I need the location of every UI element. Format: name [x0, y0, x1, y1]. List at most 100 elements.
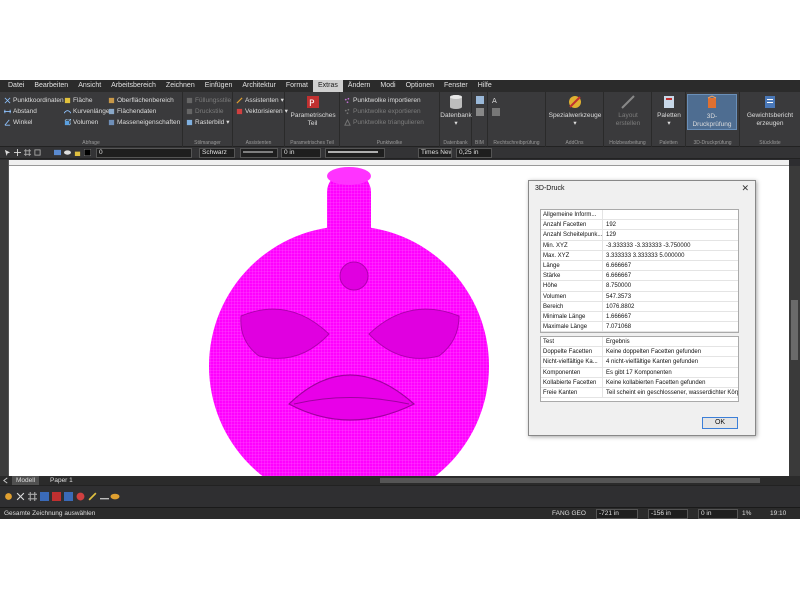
- list-item[interactable]: Komponenten Es gibt 17 Komponenten: [541, 367, 738, 378]
- z-coordinate[interactable]: 0 in: [698, 509, 738, 519]
- list-item[interactable]: Anzahl Facetten 192: [541, 220, 738, 231]
- menu-extras[interactable]: Extras: [313, 80, 343, 92]
- vertical-scrollbar-thumb[interactable]: [791, 300, 798, 360]
- cursor-icon[interactable]: [4, 149, 11, 156]
- test-results-list[interactable]: Test Ergebnis Doppelte Facetten Keine dopp…: [540, 336, 739, 402]
- ribbon-group-abfrage: Punktkoordinaten Abstand Winkel Fläche K…: [0, 92, 183, 147]
- bim-icon[interactable]: [476, 96, 484, 104]
- fuellungsstile-button[interactable]: Füllungsstile: [186, 95, 231, 105]
- lamp-icon[interactable]: [110, 492, 120, 501]
- font-select[interactable]: Times New: [418, 148, 452, 158]
- layer-color-icon[interactable]: [84, 149, 91, 156]
- rasterbild-button[interactable]: Rasterbild ▾: [186, 117, 230, 127]
- tab-scroll-left-icon[interactable]: [2, 477, 9, 484]
- spellcheck-icon[interactable]: A: [492, 96, 500, 104]
- punktwolke-triangulieren-button[interactable]: Punktwolke triangulieren: [344, 117, 424, 127]
- pen-icon[interactable]: [88, 492, 97, 501]
- parametrisches-teil-button[interactable]: P Parametrisches Teil: [287, 94, 338, 128]
- gewichtsbericht-button[interactable]: Gewichtsbericht erzeugen: [742, 94, 798, 128]
- menu-architektur[interactable]: Architektur: [237, 80, 280, 92]
- menu-bearbeiten[interactable]: Bearbeiten: [29, 80, 73, 92]
- punktwolke-importieren-button[interactable]: Punktwolke importieren: [344, 95, 421, 105]
- winkel-button[interactable]: Winkel: [4, 117, 33, 127]
- grid-icon[interactable]: [28, 492, 37, 501]
- spezialwerkzeuge-button[interactable]: Spezialwerkzeuge ▾: [548, 94, 602, 128]
- font-size-select[interactable]: 0,25 in: [456, 148, 492, 158]
- menu-arbeitsbereich[interactable]: Arbeitsbereich: [106, 80, 161, 92]
- assistenten-button[interactable]: Assistenten ▾: [236, 95, 284, 105]
- close-icon[interactable]: [16, 492, 25, 501]
- lineweight-preview[interactable]: [325, 148, 385, 158]
- menu-optionen[interactable]: Optionen: [401, 80, 439, 92]
- grid-icon[interactable]: [24, 149, 31, 156]
- list-item[interactable]: Nicht-vielfältige Ka... 4 nicht-vielfälti…: [541, 357, 738, 368]
- list-item[interactable]: Länge 6.666667: [541, 260, 738, 272]
- database-icon: [450, 95, 462, 109]
- list-item[interactable]: Min. XYZ -3.333333 -3.333333 -3.750000: [541, 240, 738, 251]
- list-item[interactable]: Max. XYZ 3.333333 3.333333 5.000000: [541, 250, 738, 261]
- tool-icon[interactable]: [4, 492, 13, 501]
- menu-ansicht[interactable]: Ansicht: [73, 80, 106, 92]
- color-select[interactable]: Schwarz: [199, 148, 235, 158]
- render-icon[interactable]: [52, 492, 61, 501]
- tab-paper-1[interactable]: Paper 1: [46, 476, 77, 485]
- view-icon[interactable]: [40, 492, 49, 501]
- list-item[interactable]: Stärke 6.666667: [541, 271, 738, 282]
- snap-modes[interactable]: FANG GEO: [552, 510, 586, 517]
- list-item[interactable]: Minimale Länge 1.666667: [541, 311, 738, 323]
- kurvenlaenge-button[interactable]: Kurvenlänge: [64, 106, 110, 116]
- list-item[interactable]: Freie Kanten Teil scheint ein geschlossen…: [541, 387, 738, 399]
- close-icon[interactable]: ✕: [741, 183, 749, 194]
- punktwolke-exportieren-button[interactable]: Punktwolke exportieren: [344, 106, 421, 116]
- list-item[interactable]: Bereich 1076.8802: [541, 301, 738, 312]
- lock-icon[interactable]: [74, 149, 81, 156]
- list-item[interactable]: Allgemeine Inform...: [541, 210, 738, 221]
- list-item[interactable]: Höhe 8.750000: [541, 281, 738, 292]
- layout-erstellen-button[interactable]: Layout erstellen: [606, 94, 650, 128]
- lineweight-input[interactable]: 0 in: [281, 148, 321, 158]
- 3d-druckpruefung-button[interactable]: 3D-Druckprüfung: [687, 94, 737, 130]
- menu-fenster[interactable]: Fenster: [439, 80, 473, 92]
- spellcheck-settings-icon[interactable]: [492, 108, 500, 116]
- masseneigenschaften-button[interactable]: Masseneigenschaften: [108, 117, 180, 127]
- layer-icon[interactable]: [54, 149, 61, 156]
- visibility-icon[interactable]: [64, 149, 71, 156]
- flaechendaten-button[interactable]: Flächendaten: [108, 106, 156, 116]
- menu-einfuegen[interactable]: Einfügen: [200, 80, 238, 92]
- flaeche-button[interactable]: Fläche: [64, 95, 93, 105]
- paletten-button[interactable]: Paletten ▾: [653, 94, 685, 128]
- volumen-button[interactable]: Volumen: [64, 117, 98, 127]
- material-icon[interactable]: [76, 492, 85, 501]
- y-coordinate[interactable]: -156 in: [648, 509, 688, 519]
- vektorisieren-button[interactable]: Vektorisieren ▾: [236, 106, 288, 116]
- linetype-select[interactable]: [240, 148, 278, 158]
- menu-format[interactable]: Format: [281, 80, 313, 92]
- tab-modell[interactable]: Modell: [12, 476, 40, 485]
- layer-select[interactable]: 0: [96, 148, 192, 158]
- snap-icon[interactable]: [14, 149, 21, 156]
- list-item[interactable]: Kollabierte Facetten Keine kollabierten F…: [541, 377, 738, 388]
- shading-icon[interactable]: [64, 492, 73, 501]
- punktkoordinaten-button[interactable]: Punktkoordinaten: [4, 95, 64, 105]
- menu-datei[interactable]: Datei: [3, 80, 29, 92]
- menu-modi[interactable]: Modi: [375, 80, 400, 92]
- menu-hilfe[interactable]: Hilfe: [473, 80, 497, 92]
- list-item[interactable]: Anzahl Scheitelpunk... 129: [541, 230, 738, 241]
- list-item[interactable]: Doppelte Facetten Keine doppelten Facette…: [541, 347, 738, 358]
- oberflaechenbereich-button[interactable]: Oberflächenbereich: [108, 95, 174, 105]
- list-item[interactable]: Maximale Länge 7.071068: [541, 322, 738, 332]
- datenbank-button[interactable]: Datenbank ▾: [440, 94, 472, 128]
- list-item[interactable]: Volumen 547.3573: [541, 291, 738, 302]
- measure-icon[interactable]: [100, 492, 109, 501]
- druckstile-button[interactable]: Druckstile: [186, 106, 224, 116]
- ribbon-group-3d-druckpruefung: 3D-Druckprüfung 3D-Druckprüfung: [686, 92, 740, 147]
- ok-button[interactable]: OK: [702, 417, 738, 429]
- horizontal-scrollbar[interactable]: [380, 478, 760, 483]
- menu-zeichnen[interactable]: Zeichnen: [161, 80, 200, 92]
- x-coordinate[interactable]: -721 in: [596, 509, 638, 519]
- bim-properties-icon[interactable]: [476, 108, 484, 116]
- menu-aendern[interactable]: Ändern: [343, 80, 376, 92]
- ortho-icon[interactable]: [34, 149, 41, 156]
- abstand-button[interactable]: Abstand: [4, 106, 37, 116]
- info-list[interactable]: Allgemeine Inform... Anzahl Facetten 192 …: [540, 209, 739, 333]
